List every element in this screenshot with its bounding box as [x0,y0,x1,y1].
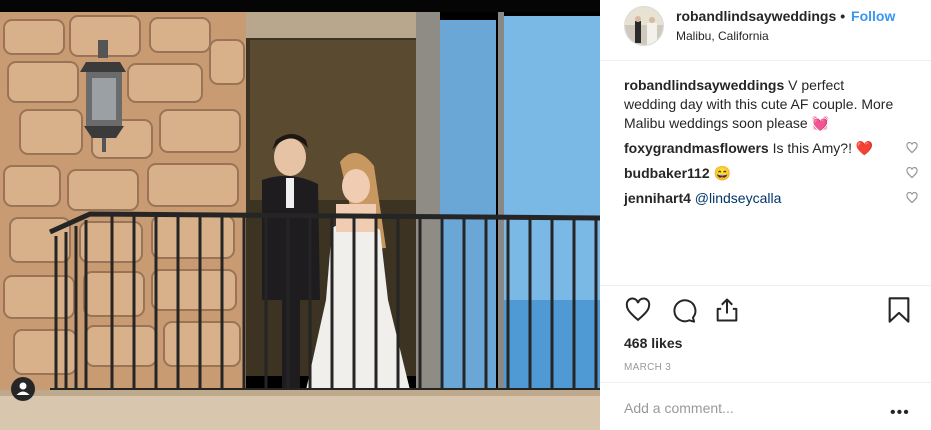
comment-mention[interactable]: @lindseycalla [695,190,782,206]
follow-button[interactable]: Follow [851,8,895,24]
tagged-user-icon[interactable] [11,377,35,401]
location-link[interactable]: Malibu, California [676,29,769,43]
list-item: budbaker112 😄 [624,164,918,183]
list-item: foxygrandmasflowers Is this Amy?! ❤️ [624,139,918,158]
comment-username[interactable]: budbaker112 [624,165,710,181]
share-icon[interactable] [713,296,741,324]
username-header: robandlindsayweddings • Follow [676,8,895,24]
comments-list: robandlindsayweddings V perfect wedding … [624,76,918,214]
post-header: robandlindsayweddings • Follow Malibu, Ca… [600,0,931,50]
comment-username[interactable]: robandlindsayweddings [624,77,784,93]
divider [600,285,931,286]
heart-outline-icon[interactable] [906,142,918,154]
list-item: jennihart4 @lindseycalla [624,189,918,208]
comment-username[interactable]: jennihart4 [624,190,691,206]
wedding-couple-photo [0,0,600,430]
separator-dot: • [840,8,846,24]
post-date[interactable]: MARCH 3 [624,362,671,373]
post-details-panel: robandlindsayweddings • Follow Malibu, Ca… [600,0,931,430]
likes-count[interactable]: 468 likes [624,335,682,351]
comment-text: 😄 [713,165,731,181]
comment-text: Is this Amy?! ❤️ [772,140,874,156]
comment-username[interactable]: foxygrandmasflowers [624,140,769,156]
more-options-button[interactable]: ••• [890,404,910,422]
comment-icon[interactable] [669,296,697,324]
caption-comment: robandlindsayweddings V perfect wedding … [624,76,914,133]
username-link[interactable]: robandlindsayweddings [676,8,836,24]
avatar[interactable] [624,6,664,46]
action-bar [624,296,914,326]
post-photo[interactable] [0,0,600,430]
divider [600,60,931,61]
heart-outline-icon[interactable] [906,192,918,204]
comment-input[interactable]: Add a comment... [624,400,734,416]
heart-outline-icon[interactable] [906,167,918,179]
bookmark-icon[interactable] [886,296,912,324]
heart-icon[interactable] [624,296,652,324]
divider [600,382,931,383]
